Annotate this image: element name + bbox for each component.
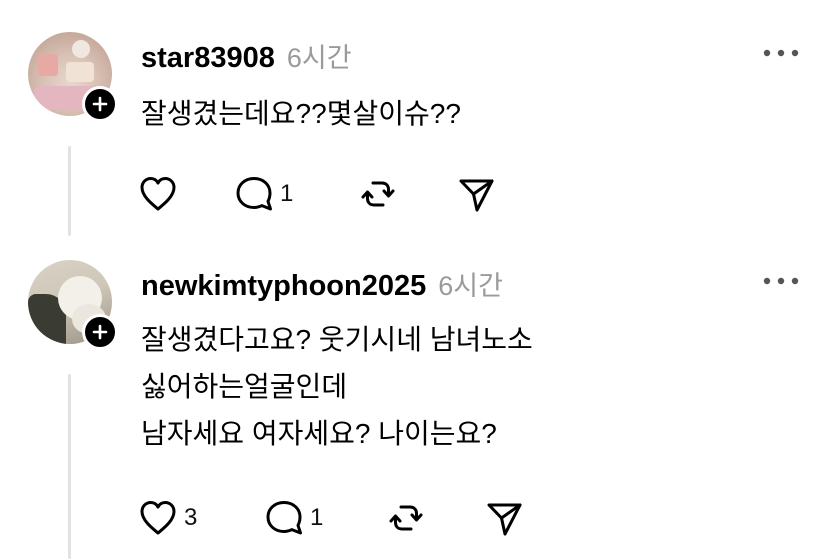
comment-line: 남자세요 여자세요? 나이는요? [141,418,497,449]
comment-1-avatar-wrap[interactable] [28,32,118,122]
share-button[interactable] [454,172,514,216]
comment-line: 싫어하는얼굴인데 [141,371,348,402]
like-button[interactable] [136,172,232,216]
more-horizontal-icon[interactable] [761,46,801,60]
send-icon [459,179,494,212]
reply-count: 1 [310,504,324,531]
action-bar: 1 [136,172,514,216]
like-button[interactable]: 3 [136,496,262,540]
timestamp: 6시간 [286,43,352,73]
comment-header: star83908 6시간 [141,36,352,75]
repost-icon [361,181,395,207]
repost-icon [389,505,423,531]
comment-header: newkimtyphoon2025 6시간 [141,264,503,303]
thread-line [68,146,71,236]
more-horizontal-icon[interactable] [761,274,801,288]
comment-bubble-icon [236,177,272,211]
send-icon [487,503,522,536]
action-bar: 3 1 [136,496,542,540]
follow-button[interactable] [82,86,118,122]
comment-2-avatar-wrap[interactable] [28,260,118,350]
heart-icon [140,177,176,211]
username[interactable]: newkimtyphoon2025 [141,270,426,303]
like-count: 3 [184,504,198,531]
repost-button[interactable] [356,172,454,216]
timestamp: 6시간 [438,271,503,301]
comment-line: 잘생겼는데요??몇살이슈?? [141,98,461,129]
username[interactable]: star83908 [141,42,275,75]
repost-button[interactable] [384,496,482,540]
heart-icon [140,501,176,535]
follow-button[interactable] [82,314,118,350]
comment-text: 잘생겼는데요??몇살이슈?? [141,90,461,137]
comment-2: newkimtyphoon2025 6시간 잘생겼다고요? 웃기시네 남녀노소 … [0,250,835,559]
reply-button[interactable]: 1 [232,172,356,216]
plus-icon [92,96,108,112]
comment-text: 잘생겼다고요? 웃기시네 남녀노소 싫어하는얼굴인데 남자세요 여자세요? 나이… [141,316,533,457]
comment-1: star83908 6시간 잘생겼는데요??몇살이슈?? 1 [0,0,835,250]
reply-button[interactable]: 1 [262,496,384,540]
share-button[interactable] [482,496,542,540]
comment-line: 잘생겼다고요? 웃기시네 남녀노소 [141,324,533,355]
reply-count: 1 [280,180,294,207]
comment-bubble-icon [266,501,302,535]
plus-icon [92,324,108,340]
thread-line [68,374,71,559]
